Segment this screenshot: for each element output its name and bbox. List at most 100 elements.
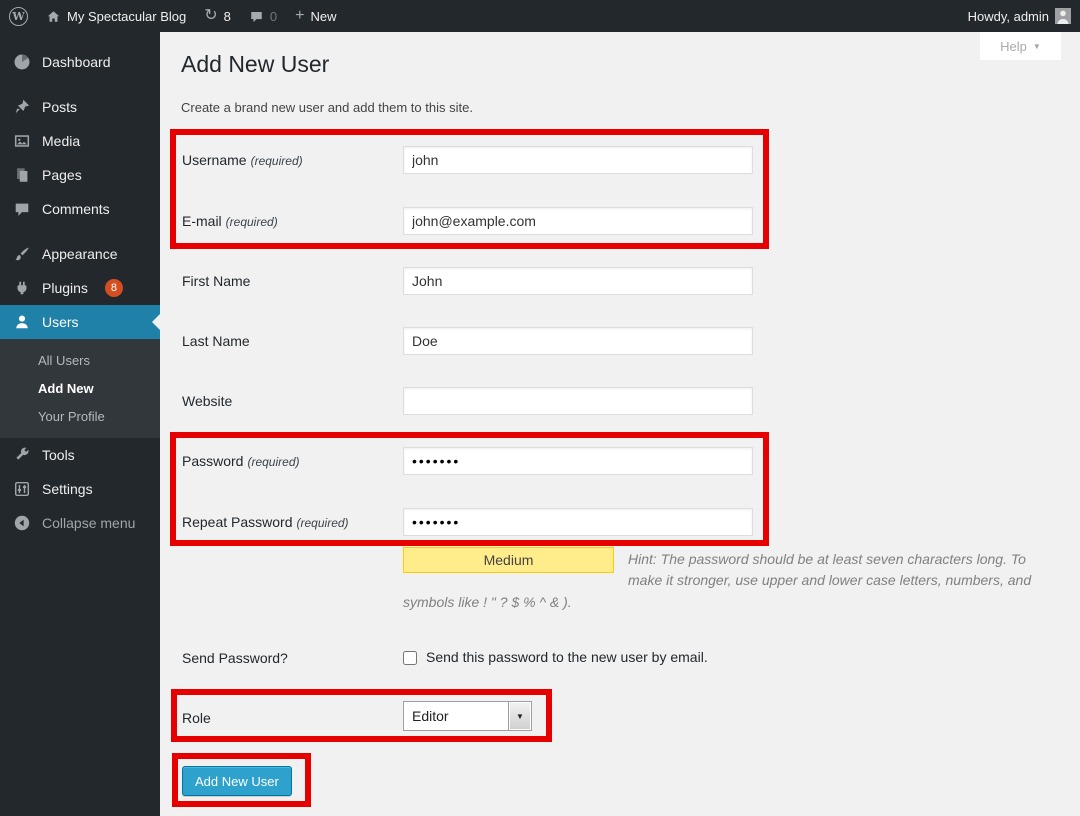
send-password-checkbox-label[interactable]: Send this password to the new user by em… <box>426 649 708 665</box>
password-strength-meter: Medium <box>403 547 614 573</box>
media-icon <box>12 131 32 151</box>
sidebar-item-label: Collapse menu <box>42 515 135 531</box>
help-tab[interactable]: Help ▼ <box>980 32 1061 60</box>
website-field[interactable] <box>403 387 753 415</box>
avatar <box>1055 8 1071 24</box>
sidebar-item-settings[interactable]: Settings <box>0 472 160 506</box>
password-field[interactable] <box>403 447 753 475</box>
sidebar-item-media[interactable]: Media <box>0 124 160 158</box>
site-name-link[interactable]: My Spectacular Blog <box>37 0 195 32</box>
password-hint-line: make it stronger, use upper and lower ca… <box>628 572 1031 588</box>
pin-icon <box>12 97 32 117</box>
sidebar-item-label: Posts <box>42 99 77 115</box>
add-new-user-button[interactable]: Add New User <box>182 766 292 796</box>
submenu-item-your-profile[interactable]: Your Profile <box>0 402 160 430</box>
submenu-item-label: Your Profile <box>38 409 105 424</box>
collapse-icon <box>12 513 32 533</box>
submenu-item-label: Add New <box>38 381 94 396</box>
required-note: (required) <box>251 154 303 168</box>
email-field[interactable] <box>403 207 753 235</box>
password-hint-line: Hint: The password should be at least se… <box>628 551 1026 567</box>
role-select[interactable]: Editor ▼ <box>403 701 532 731</box>
sidebar-item-posts[interactable]: Posts <box>0 90 160 124</box>
collapse-menu-button[interactable]: Collapse menu <box>0 506 160 540</box>
plugins-update-badge: 8 <box>105 279 123 297</box>
sidebar-item-appearance[interactable]: Appearance <box>0 237 160 271</box>
new-content-menu[interactable]: + New <box>286 0 345 32</box>
users-submenu: All Users Add New Your Profile <box>0 339 160 438</box>
updates-icon: ↻ <box>204 8 217 24</box>
pages-icon <box>12 165 32 185</box>
username-label: Username(required) <box>182 152 303 168</box>
admin-bar-left: W My Spectacular Blog ↻ 8 0 + New <box>0 0 345 32</box>
page-subtitle: Create a brand new user and add them to … <box>181 100 473 115</box>
submenu-item-all-users[interactable]: All Users <box>0 346 160 374</box>
updates-link[interactable]: ↻ 8 <box>195 0 240 32</box>
comments-icon <box>12 199 32 219</box>
required-note: (required) <box>226 215 278 229</box>
comments-count: 0 <box>270 9 277 24</box>
admin-menu: Dashboard Posts Media Pages Comments App… <box>0 32 160 816</box>
user-icon <box>12 312 32 332</box>
sidebar-item-label: Appearance <box>42 246 118 262</box>
paintbrush-icon <box>12 244 32 264</box>
sidebar-item-label: Settings <box>42 481 93 497</box>
password-hint-line: symbols like ! " ? $ % ^ & ). <box>403 594 572 610</box>
sidebar-item-label: Dashboard <box>42 54 111 70</box>
howdy-label: Howdy, admin <box>968 9 1049 24</box>
sidebar-item-label: Plugins <box>42 280 88 296</box>
required-note: (required) <box>247 455 299 469</box>
first-name-label: First Name <box>182 273 250 289</box>
wrench-icon <box>12 445 32 465</box>
submenu-item-add-new[interactable]: Add New <box>0 374 160 402</box>
sidebar-item-users[interactable]: Users <box>0 305 160 339</box>
comment-bubble-icon <box>249 9 264 24</box>
role-label: Role <box>182 710 211 726</box>
sidebar-item-comments[interactable]: Comments <box>0 192 160 226</box>
sliders-icon <box>12 479 32 499</box>
updates-count: 8 <box>224 9 231 24</box>
wordpress-logo-icon: W <box>9 7 28 26</box>
send-password-checkbox[interactable] <box>403 651 417 665</box>
plus-icon: + <box>295 8 304 24</box>
username-field[interactable] <box>403 146 753 174</box>
add-new-user-page: Help ▼ Add New User Create a brand new u… <box>160 32 1080 816</box>
help-label: Help <box>1000 39 1027 54</box>
admin-bar: W My Spectacular Blog ↻ 8 0 + New Howdy,… <box>0 0 1080 32</box>
last-name-field[interactable] <box>403 327 753 355</box>
sidebar-item-pages[interactable]: Pages <box>0 158 160 192</box>
sidebar-item-plugins[interactable]: Plugins 8 <box>0 271 160 305</box>
send-password-label: Send Password? <box>182 650 288 666</box>
sidebar-item-label: Media <box>42 133 80 149</box>
role-selected-value: Editor <box>404 702 508 730</box>
select-arrow-button[interactable]: ▼ <box>508 702 531 730</box>
wordpress-menu[interactable]: W <box>0 0 37 32</box>
sidebar-item-label: Users <box>42 314 79 330</box>
sidebar-item-label: Tools <box>42 447 75 463</box>
my-account-menu[interactable]: Howdy, admin <box>959 0 1080 32</box>
sidebar-item-tools[interactable]: Tools <box>0 438 160 472</box>
sidebar-item-label: Pages <box>42 167 82 183</box>
email-label: E-mail(required) <box>182 213 278 229</box>
comments-link[interactable]: 0 <box>240 0 286 32</box>
site-name-label: My Spectacular Blog <box>67 9 186 24</box>
new-label: New <box>310 9 336 24</box>
repeat-password-label: Repeat Password(required) <box>182 514 349 530</box>
sidebar-item-dashboard[interactable]: Dashboard <box>0 45 160 79</box>
sidebar-item-label: Comments <box>42 201 110 217</box>
menu-separator <box>0 79 160 90</box>
page-title: Add New User <box>181 50 329 79</box>
password-label: Password(required) <box>182 453 300 469</box>
admin-bar-right: Howdy, admin <box>959 0 1080 32</box>
dashboard-icon <box>12 52 32 72</box>
repeat-password-field[interactable] <box>403 508 753 536</box>
submenu-item-label: All Users <box>38 353 90 368</box>
website-label: Website <box>182 393 232 409</box>
menu-separator <box>0 226 160 237</box>
home-icon <box>46 9 61 24</box>
chevron-down-icon: ▼ <box>1033 42 1041 51</box>
chevron-down-icon: ▼ <box>516 712 524 721</box>
first-name-field[interactable] <box>403 267 753 295</box>
last-name-label: Last Name <box>182 333 250 349</box>
plugin-icon <box>12 278 32 298</box>
